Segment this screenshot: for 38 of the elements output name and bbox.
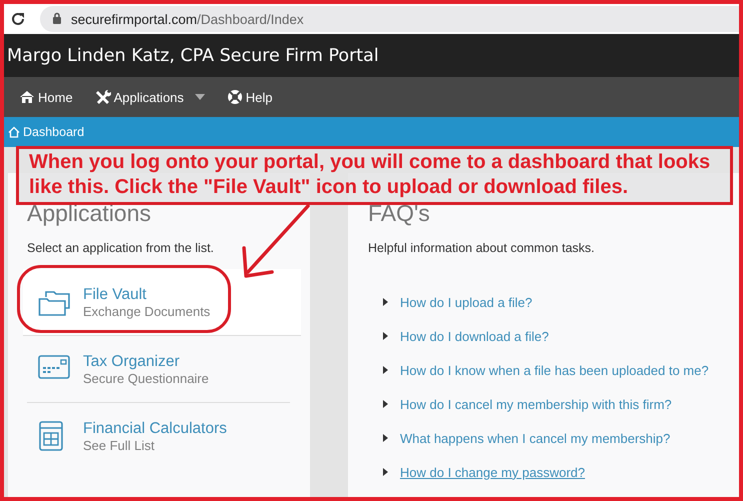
bullet-icon bbox=[383, 468, 388, 476]
application-description: See Full List bbox=[83, 438, 156, 452]
lock-icon bbox=[52, 12, 62, 24]
portal-title: Margo Linden Katz, CPA Secure Firm Portal bbox=[7, 46, 379, 66]
caret-icon bbox=[194, 94, 205, 100]
faq-link[interactable]: How do I change my password? bbox=[400, 464, 585, 480]
nav-link[interactable]: Applications bbox=[94, 89, 205, 105]
nav-link[interactable]: Home bbox=[19, 89, 73, 105]
faq-link[interactable]: How do I know when a file has been uploaded to me? bbox=[400, 362, 709, 378]
faq-link[interactable]: How do I cancel my membership with this firm? bbox=[400, 396, 672, 412]
reload-icon bbox=[10, 11, 26, 27]
faq-link[interactable]: How do I download a file? bbox=[400, 328, 549, 344]
application-name: Tax Organizer bbox=[83, 352, 180, 370]
address-bar[interactable]: securefirmportal.com/Dashboard/Index bbox=[40, 6, 739, 32]
nav-link[interactable]: Help bbox=[226, 89, 273, 105]
application-item[interactable]: Financial Calculators See Full List bbox=[27, 403, 290, 469]
annotation-callout: When you log onto your portal, you will come to a dashboard that looks like this. Click the "File Vault" icon to upload or download files. bbox=[16, 146, 733, 205]
faq-link[interactable]: How do I upload a file? bbox=[400, 294, 532, 310]
url-path: /Dashboard/Index bbox=[197, 12, 304, 26]
application-description: Exchange Documents bbox=[83, 304, 210, 318]
bullet-icon bbox=[383, 366, 388, 374]
bullet-icon bbox=[383, 400, 388, 408]
bullet-icon bbox=[383, 434, 388, 442]
bullet-icon bbox=[383, 332, 388, 340]
application-description: Secure Questionnaire bbox=[83, 370, 209, 386]
panel-subtitle: Select an application from the list. bbox=[27, 241, 215, 255]
tools-icon bbox=[94, 89, 111, 105]
home-icon bbox=[8, 126, 20, 138]
panel-subtitle: Helpful information about common tasks. bbox=[368, 241, 596, 255]
faq-link[interactable]: What happens when I cancel my membership? bbox=[400, 430, 670, 446]
home-icon bbox=[19, 89, 35, 105]
bullet-icon bbox=[383, 298, 388, 306]
help-icon bbox=[226, 89, 243, 105]
url-host: securefirmportal.com bbox=[71, 12, 198, 26]
application-item[interactable]: Tax Organizer Secure Questionnaire bbox=[27, 336, 290, 403]
application-name: File Vault bbox=[83, 286, 148, 304]
breadcrumb-link[interactable]: Dashboard bbox=[8, 125, 84, 139]
application-name: Financial Calculators bbox=[83, 420, 227, 438]
